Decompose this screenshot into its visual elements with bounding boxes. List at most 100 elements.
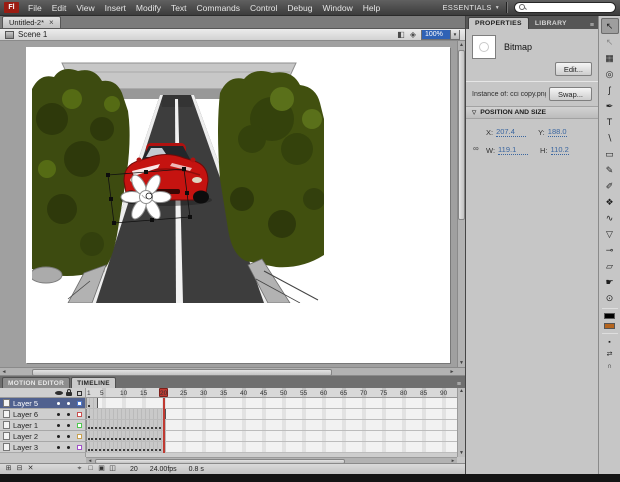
close-icon[interactable]: × — [49, 18, 54, 27]
layer-visibility-dot[interactable] — [57, 413, 60, 416]
onion-skin-outlines-icon[interactable]: ▣ — [96, 464, 107, 474]
layer-row[interactable]: Layer 1 — [0, 420, 86, 431]
pen-tool[interactable]: ✒ — [601, 98, 619, 114]
new-folder-button[interactable]: ⊟ — [14, 464, 25, 474]
document-tab[interactable]: Untitled-2* × — [2, 16, 61, 28]
menu-modify[interactable]: Modify — [131, 0, 166, 16]
free-transform-tool[interactable]: ▦ — [601, 50, 619, 66]
zoom-combobox[interactable]: 100% ▼ — [421, 29, 460, 40]
menu-view[interactable]: View — [71, 0, 99, 16]
zoom-tool[interactable]: ⊙ — [601, 290, 619, 306]
paint-bucket-tool[interactable]: ▽ — [601, 226, 619, 242]
eraser-tool[interactable]: ▱ — [601, 258, 619, 274]
text-tool[interactable]: T — [601, 114, 619, 130]
search-input[interactable] — [530, 4, 610, 11]
scroll-up-icon[interactable]: ▲ — [458, 41, 465, 49]
tab-timeline[interactable]: TIMELINE — [71, 377, 116, 388]
menu-window[interactable]: Window — [317, 0, 357, 16]
bone-tool[interactable]: ∿ — [601, 210, 619, 226]
edit-multiple-frames-icon[interactable]: ◫ — [107, 464, 118, 474]
playhead-line[interactable] — [163, 398, 165, 453]
default-colors-icon[interactable]: ▪ — [601, 336, 619, 348]
scrollbar-thumb[interactable] — [458, 50, 465, 220]
stage-vertical-scrollbar[interactable]: ▲ ▼ — [457, 41, 465, 367]
stage-pasteboard[interactable]: ▲ ▼ — [0, 41, 465, 367]
panel-menu-icon[interactable]: ≡ — [457, 381, 465, 388]
layer-frames-row[interactable] — [86, 409, 457, 420]
layer-frames-row[interactable] — [86, 442, 457, 453]
layer-lock-dot[interactable] — [67, 413, 70, 416]
menu-debug[interactable]: Debug — [282, 0, 317, 16]
scroll-down-icon[interactable]: ▼ — [458, 450, 465, 457]
onion-skin-icon[interactable]: □ — [85, 464, 96, 474]
layer-lock-dot[interactable] — [67, 446, 70, 449]
line-tool[interactable]: ∖ — [601, 130, 619, 146]
zoom-value[interactable]: 100% — [422, 30, 450, 39]
layer-row[interactable]: Layer 2 — [0, 431, 86, 442]
y-value[interactable]: 188.0 — [547, 127, 567, 137]
stage-horizontal-scrollbar[interactable]: ◄ ► — [0, 367, 465, 376]
lasso-tool[interactable]: ʃ — [601, 82, 619, 98]
layer-frames-row[interactable] — [86, 431, 457, 442]
snap-magnet-icon[interactable]: ∩ — [601, 360, 619, 372]
menu-help[interactable]: Help — [358, 0, 385, 16]
frame-cell[interactable] — [94, 398, 98, 408]
center-frame-icon[interactable]: ⌖ — [74, 464, 85, 474]
3d-rotation-tool[interactable]: ◎ — [601, 66, 619, 82]
layer-lock-dot[interactable] — [67, 435, 70, 438]
search-box[interactable] — [514, 2, 616, 13]
chevron-down-icon[interactable]: ▼ — [450, 30, 459, 39]
menu-file[interactable]: File — [23, 0, 47, 16]
layer-lock-dot[interactable] — [67, 402, 70, 405]
layer-outline-color[interactable] — [77, 412, 82, 417]
x-value[interactable]: 207.4 — [496, 127, 527, 137]
tab-motion-editor[interactable]: MOTION EDITOR — [2, 377, 71, 388]
eyedropper-tool[interactable]: ⊸ — [601, 242, 619, 258]
eye-icon[interactable] — [55, 391, 63, 395]
h-value[interactable]: 110.2 — [550, 145, 569, 155]
scrollbar-thumb[interactable] — [32, 368, 332, 376]
outline-icon[interactable] — [77, 390, 82, 396]
scroll-down-icon[interactable]: ▼ — [458, 359, 465, 367]
panel-menu-icon[interactable]: ≡ — [590, 22, 598, 29]
menu-edit[interactable]: Edit — [47, 0, 72, 16]
tab-properties[interactable]: PROPERTIES — [468, 17, 529, 29]
menu-commands[interactable]: Commands — [192, 0, 245, 16]
link-width-height-icon[interactable]: ∞ — [473, 144, 479, 153]
frames-grid[interactable] — [86, 398, 457, 453]
layer-outline-color[interactable] — [77, 423, 82, 428]
menu-control[interactable]: Control — [245, 0, 282, 16]
position-and-size-section-header[interactable]: ▽ POSITION AND SIZE — [466, 106, 598, 119]
new-layer-button[interactable]: ⊞ — [3, 464, 14, 474]
stroke-color-swatch[interactable] — [601, 311, 619, 321]
brush-tool[interactable]: ✐ — [601, 178, 619, 194]
frame-rate-indicator[interactable]: 24.00fps — [150, 466, 177, 473]
edit-symbols-icon[interactable]: ◈ — [410, 30, 416, 39]
layer-row[interactable]: Layer 5 — [0, 398, 86, 409]
edit-button[interactable]: Edit... — [554, 62, 592, 76]
layer-frames-row[interactable] — [86, 420, 457, 431]
delete-layer-button[interactable]: ✕ — [25, 464, 36, 474]
frame-ruler[interactable]: 1 5 10 15 20 25 30 35 40 45 50 55 60 65 70 75 80 85 90 — [86, 388, 457, 398]
layer-row[interactable]: Layer 6 — [0, 409, 86, 420]
layer-visibility-dot[interactable] — [57, 435, 60, 438]
menu-text[interactable]: Text — [166, 0, 192, 16]
scroll-left-icon[interactable]: ◄ — [0, 368, 8, 376]
workspace-switcher-button[interactable]: ESSENTIALS ▼ — [442, 3, 500, 12]
layer-outline-color[interactable] — [77, 445, 82, 450]
pencil-tool[interactable]: ✎ — [601, 162, 619, 178]
layer-outline-color[interactable] — [77, 401, 82, 406]
fill-color-swatch[interactable] — [601, 321, 619, 331]
scroll-right-icon[interactable]: ► — [448, 368, 456, 376]
layer-visibility-dot[interactable] — [57, 402, 60, 405]
menu-insert[interactable]: Insert — [100, 0, 131, 16]
layer-row[interactable]: Layer 3 — [0, 442, 86, 453]
hand-tool[interactable]: ☛ — [601, 274, 619, 290]
scroll-up-icon[interactable]: ▲ — [458, 388, 465, 395]
deco-tool[interactable]: ❖ — [601, 194, 619, 210]
layer-lock-dot[interactable] — [67, 424, 70, 427]
swap-colors-icon[interactable]: ⇄ — [601, 348, 619, 360]
selection-tool[interactable]: ↖ — [600, 18, 619, 34]
stage[interactable] — [26, 47, 450, 363]
layer-frames-row[interactable] — [86, 398, 457, 409]
